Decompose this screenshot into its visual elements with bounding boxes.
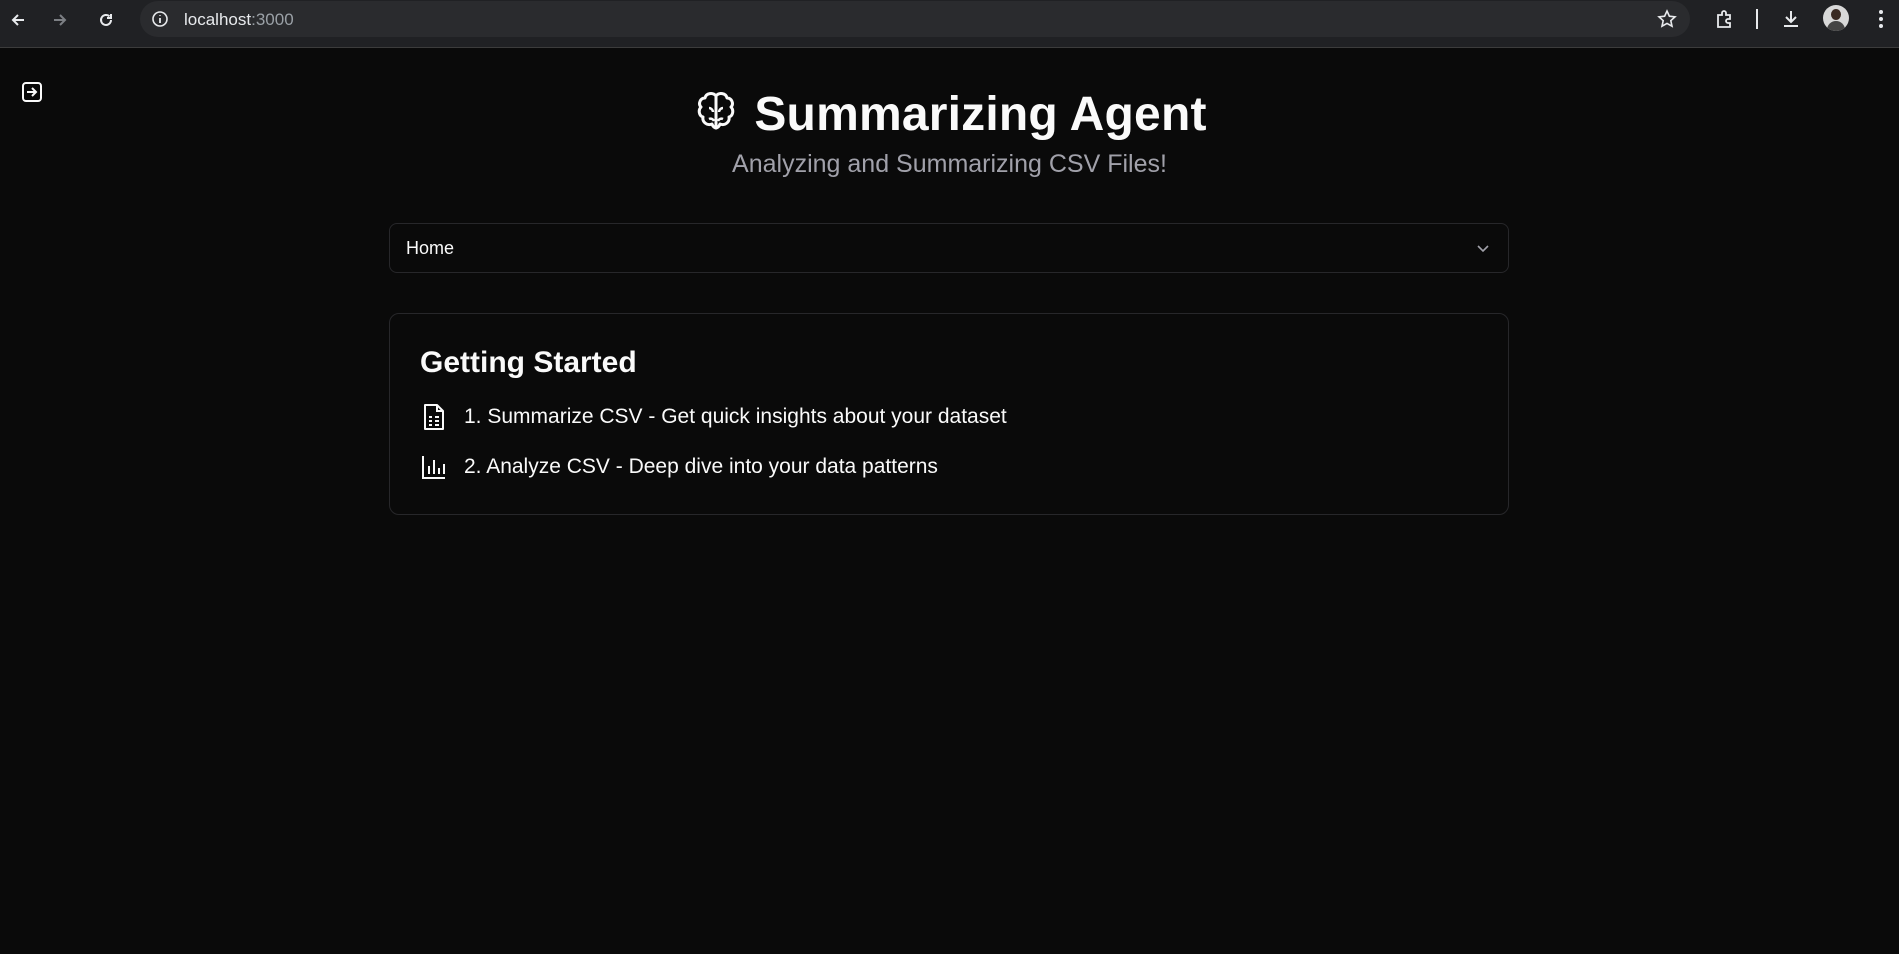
arrow-right-icon bbox=[54, 14, 67, 26]
list-item-text: 1. Summarize CSV - Get quick insights ab… bbox=[464, 405, 1007, 428]
reload-button[interactable] bbox=[92, 6, 120, 34]
getting-started-card: Getting Started 1. Summarize CSV - Get q… bbox=[389, 313, 1509, 515]
bar-chart-icon bbox=[420, 453, 448, 481]
arrow-left-icon bbox=[11, 14, 24, 26]
extensions-button[interactable] bbox=[1711, 5, 1739, 33]
downloads-button[interactable] bbox=[1777, 5, 1805, 33]
kebab-menu-icon bbox=[1879, 10, 1883, 28]
profile-avatar[interactable] bbox=[1823, 5, 1849, 31]
reload-icon bbox=[100, 13, 112, 26]
title-row: Summarizing Agent bbox=[0, 84, 1899, 144]
address-bar[interactable]: localhost:3000 bbox=[140, 1, 1690, 37]
page-title: Summarizing Agent bbox=[754, 87, 1207, 141]
back-button[interactable] bbox=[4, 6, 32, 34]
select-value: Home bbox=[406, 237, 455, 258]
url-port: :3000 bbox=[251, 10, 294, 29]
card-heading: Getting Started bbox=[420, 346, 637, 379]
brain-icon bbox=[692, 88, 740, 141]
list-item: 1. Summarize CSV - Get quick insights ab… bbox=[420, 400, 1478, 434]
chevron-down-icon bbox=[1474, 239, 1492, 257]
page-header: Summarizing Agent Analyzing and Summariz… bbox=[0, 84, 1899, 179]
page-subtitle: Analyzing and Summarizing CSV Files! bbox=[732, 150, 1167, 178]
download-icon bbox=[1784, 11, 1798, 27]
toolbar-separator bbox=[1756, 9, 1758, 29]
file-spreadsheet-icon bbox=[420, 403, 448, 431]
puzzle-icon bbox=[1717, 10, 1731, 28]
url-text[interactable]: localhost:3000 bbox=[184, 10, 294, 30]
site-info-icon[interactable] bbox=[150, 9, 170, 29]
bookmark-star-icon[interactable] bbox=[1656, 8, 1678, 30]
page-select-dropdown[interactable]: Home bbox=[389, 223, 1509, 273]
list-item: 2. Analyze CSV - Deep dive into your dat… bbox=[420, 450, 1478, 484]
browser-menu-button[interactable] bbox=[1867, 5, 1895, 33]
list-item-text: 2. Analyze CSV - Deep dive into your dat… bbox=[464, 455, 938, 478]
forward-button[interactable] bbox=[46, 6, 74, 34]
url-host: localhost bbox=[184, 10, 252, 29]
browser-toolbar: localhost:3000 bbox=[0, 0, 1899, 48]
